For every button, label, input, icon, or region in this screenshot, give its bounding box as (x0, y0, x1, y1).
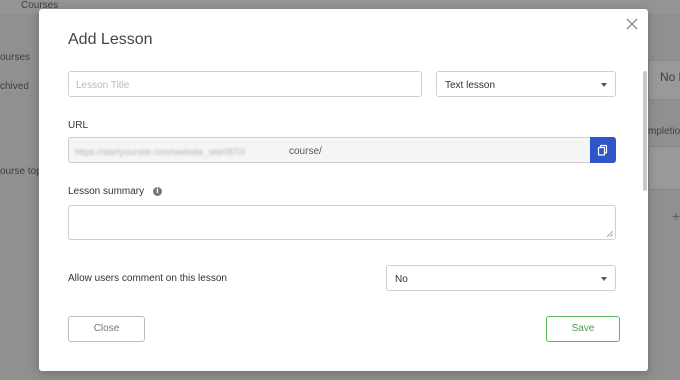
copy-icon (597, 144, 608, 156)
copy-url-button[interactable] (590, 137, 616, 163)
add-lesson-dialog: Add Lesson Lesson Title Text lesson URL … (39, 9, 648, 371)
lesson-type-select[interactable]: Text lesson (436, 71, 616, 97)
chevron-down-icon (601, 83, 607, 87)
lesson-title-placeholder: Lesson Title (76, 80, 130, 91)
url-blurred-text: https://startyoursite.com/website_site08… (75, 147, 246, 157)
info-icon[interactable]: i (153, 187, 162, 196)
dialog-title: Add Lesson (68, 31, 153, 48)
chevron-down-icon (601, 277, 607, 281)
lesson-type-value: Text lesson (445, 80, 496, 91)
dialog-scrollbar[interactable] (643, 71, 647, 191)
lesson-title-input[interactable]: Lesson Title (68, 71, 422, 97)
url-field[interactable]: https://startyoursite.com/website_site08… (68, 137, 616, 163)
lesson-summary-label: Lesson summary (68, 186, 145, 197)
lesson-summary-textarea[interactable] (68, 205, 616, 240)
resize-grip-icon[interactable] (607, 231, 613, 237)
url-visible-text: course/ (289, 146, 322, 157)
save-button[interactable]: Save (546, 316, 620, 342)
url-label: URL (68, 120, 89, 131)
allow-comments-select[interactable]: No (386, 265, 616, 291)
close-icon[interactable] (624, 16, 640, 32)
close-button[interactable]: Close (68, 316, 145, 342)
allow-comments-value: No (395, 274, 408, 285)
allow-comments-label: Allow users comment on this lesson (68, 273, 227, 284)
